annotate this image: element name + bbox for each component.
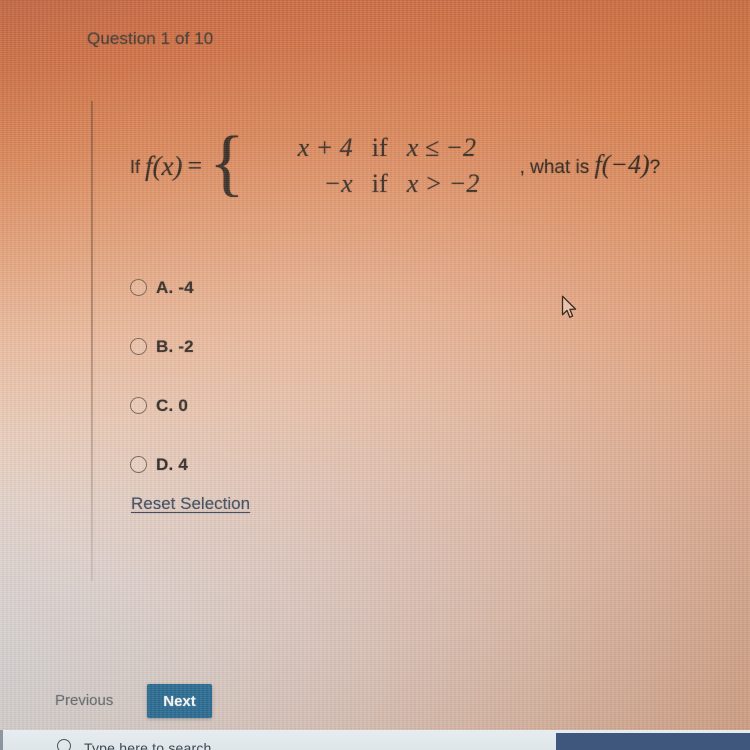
question-left-rule <box>91 101 93 581</box>
equation-if-word: If <box>130 156 141 177</box>
quiz-navigation-bar: Previous Next <box>0 682 750 731</box>
case-keyword: if <box>371 169 388 198</box>
answer-choice-label: C. 0 <box>156 395 188 415</box>
equation-tail-function: f(−4) <box>594 150 650 179</box>
equation-cases: x + 4 if x ≤ −2 −x if x > −2 <box>249 133 480 199</box>
equation-tail-suffix: ? <box>649 157 661 178</box>
question-body: If f(x) = { x + 4 if x ≤ −2 −x if x > −2… <box>130 120 745 212</box>
radio-button-icon[interactable] <box>130 279 147 296</box>
answer-choice-label: A. -4 <box>156 277 194 297</box>
equation-function-name: f(x) <box>145 150 183 181</box>
answer-choice-b[interactable]: B. -2 <box>130 317 460 376</box>
answer-choice-label: D. 4 <box>156 454 188 474</box>
equation-left-brace: { <box>209 122 245 205</box>
equation-equals-sign: = <box>187 151 203 180</box>
previous-button[interactable]: Previous <box>55 692 113 709</box>
answer-choice-a[interactable]: A. -4 <box>130 258 460 317</box>
case-condition: x ≤ −2 <box>406 133 477 162</box>
answer-choice-label: B. -2 <box>156 336 194 356</box>
answer-choice-c[interactable]: C. 0 <box>130 376 460 435</box>
radio-button-icon[interactable] <box>130 338 147 355</box>
equation-case-row: x + 4 if x ≤ −2 <box>249 133 480 163</box>
reset-selection-link[interactable]: Reset Selection <box>131 494 250 514</box>
case-value: −x <box>323 169 353 198</box>
piecewise-equation: If f(x) = { x + 4 if x ≤ −2 −x if x > −2… <box>130 120 745 212</box>
question-counter: Question 1 of 10 <box>87 29 214 48</box>
case-keyword: if <box>371 133 388 162</box>
equation-question-tail: , what is f(−4)? <box>477 128 661 202</box>
next-button[interactable]: Next <box>147 684 212 718</box>
taskbar-left-edge <box>0 730 3 750</box>
equation-case-row: −x if x > −2 <box>249 169 480 199</box>
case-condition: x > −2 <box>406 169 480 198</box>
radio-button-icon[interactable] <box>130 456 147 473</box>
answer-choice-d[interactable]: D. 4 <box>130 435 460 494</box>
photographed-screen: Question 1 of 10 If f(x) = { x + 4 if x … <box>0 0 750 750</box>
windows-taskbar: Type here to search <box>0 730 750 750</box>
search-icon[interactable] <box>57 739 71 750</box>
taskbar-window-tile[interactable] <box>556 733 750 750</box>
case-value: x + 4 <box>297 133 353 162</box>
equation-tail-prefix: , what is <box>519 157 595 178</box>
taskbar-search-input[interactable]: Type here to search <box>84 740 212 750</box>
answer-choice-list: A. -4 B. -2 C. 0 D. 4 <box>130 258 460 494</box>
radio-button-icon[interactable] <box>130 397 147 414</box>
